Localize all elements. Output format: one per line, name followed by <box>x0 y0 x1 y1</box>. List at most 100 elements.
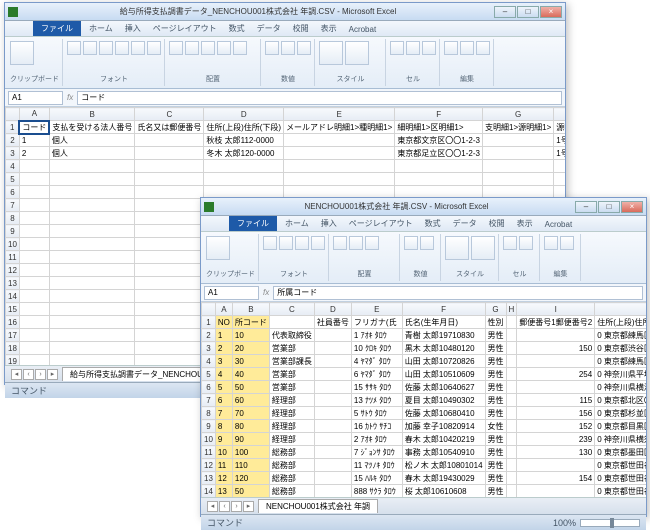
header-cell[interactable]: 支払を受ける法人番号 <box>49 121 135 134</box>
cell[interactable]: 黒木 太郎10480120 <box>402 342 485 355</box>
header-cell[interactable]: 源明細2> <box>554 121 565 134</box>
cell[interactable] <box>49 277 135 290</box>
tab-formulas[interactable]: 数式 <box>419 216 447 231</box>
header-cell[interactable]: 氏名又は郵便番号 <box>135 121 204 134</box>
cell[interactable]: 桜 太郎10610608 <box>402 485 485 498</box>
row-header[interactable]: 10 <box>202 433 216 446</box>
bold-button[interactable] <box>67 41 81 55</box>
cell[interactable]: 90 <box>232 433 269 446</box>
cell[interactable]: 東京都足立区〇〇1-2-3 <box>395 147 483 160</box>
cell[interactable]: 6 <box>215 394 232 407</box>
cell[interactable] <box>19 290 49 303</box>
cell[interactable] <box>314 446 351 459</box>
row-header[interactable]: 5 <box>6 173 20 186</box>
cell[interactable]: 13 <box>215 485 232 498</box>
cell[interactable]: 山田 太郎10720826 <box>402 355 485 368</box>
cell[interactable]: 6 ﾔﾏﾀﾞ ﾀﾛｳ <box>351 368 402 381</box>
cell[interactable] <box>19 186 49 199</box>
worksheet[interactable]: ABCDEFGHIJKLMNOPQR1NO所コード社員番号フリガナ(氏氏名(生年… <box>201 302 646 497</box>
row-header[interactable]: 2 <box>6 134 20 147</box>
cell[interactable]: 夏目 太郎10490302 <box>402 394 485 407</box>
border-button[interactable] <box>115 41 129 55</box>
col-header[interactable]: C <box>135 108 204 121</box>
col-header[interactable]: D <box>314 303 351 316</box>
paste-button[interactable] <box>206 236 230 260</box>
percent-button[interactable] <box>281 41 295 55</box>
header-cell[interactable]: 社員番号 <box>314 316 351 329</box>
cell[interactable]: 156 <box>517 407 595 420</box>
titlebar[interactable]: NENCHOU001株式会社 年調.CSV - Microsoft Excel … <box>201 198 646 216</box>
cell[interactable] <box>506 459 517 472</box>
fill-button[interactable] <box>311 236 325 250</box>
cell[interactable] <box>135 290 204 303</box>
cell[interactable] <box>517 355 595 368</box>
cell[interactable] <box>314 459 351 472</box>
cell[interactable]: 春木 太郎19430029 <box>402 472 485 485</box>
cell[interactable] <box>506 485 517 498</box>
row-header[interactable]: 13 <box>6 277 20 290</box>
cell[interactable]: 総務部 <box>269 459 314 472</box>
col-header[interactable]: B <box>232 303 269 316</box>
cell[interactable] <box>135 355 204 366</box>
percent-button[interactable] <box>420 236 434 250</box>
nav-first[interactable]: ◂ <box>207 501 218 512</box>
cell[interactable]: 山田 太郎10510609 <box>402 368 485 381</box>
cell[interactable] <box>49 303 135 316</box>
nav-next[interactable]: › <box>35 369 46 380</box>
cell[interactable]: 男性 <box>485 394 506 407</box>
numfmt-button[interactable] <box>404 236 418 250</box>
merge-button[interactable] <box>233 41 247 55</box>
cell[interactable] <box>135 303 204 316</box>
cell[interactable]: 営業部課長 <box>269 355 314 368</box>
row-header[interactable]: 12 <box>202 459 216 472</box>
cell[interactable]: 120 <box>232 472 269 485</box>
cell[interactable] <box>135 225 204 238</box>
cell[interactable]: 男性 <box>485 355 506 368</box>
cell[interactable]: 2 ｱｵｷ ﾀﾛｳ <box>351 433 402 446</box>
cell[interactable]: 佐藤 太郎10680410 <box>402 407 485 420</box>
cell[interactable]: 50 <box>232 485 269 498</box>
sum-button[interactable] <box>444 41 458 55</box>
cell[interactable] <box>314 485 351 498</box>
cell[interactable] <box>49 355 135 366</box>
merge-button[interactable] <box>365 236 379 250</box>
cell[interactable] <box>19 342 49 355</box>
cell[interactable]: 0 東京都世田谷区〇〇2-2-2 <box>595 485 646 498</box>
italic-button[interactable] <box>83 41 97 55</box>
row-header[interactable]: 7 <box>6 199 20 212</box>
cell[interactable] <box>506 342 517 355</box>
cell[interactable] <box>517 381 595 394</box>
cell[interactable]: 888 ｻｸﾗ ﾀﾛｳ <box>351 485 402 498</box>
cell[interactable] <box>483 134 554 147</box>
cell[interactable]: 総務部 <box>269 446 314 459</box>
cell[interactable]: 30 <box>232 355 269 368</box>
cell[interactable]: 代表取締役 <box>269 329 314 342</box>
nav-next[interactable]: › <box>231 501 242 512</box>
cell[interactable] <box>506 407 517 420</box>
cell[interactable]: 10 ｸﾛｷ ﾀﾛｳ <box>351 342 402 355</box>
cell[interactable]: 50 <box>232 381 269 394</box>
col-header[interactable]: E <box>351 303 402 316</box>
cell[interactable]: 1 ｱｵｷ ﾀﾛｳ <box>351 329 402 342</box>
cell[interactable] <box>314 381 351 394</box>
name-box[interactable]: A1 <box>8 91 63 105</box>
fontcolor-button[interactable] <box>147 41 161 55</box>
cell[interactable] <box>135 147 204 160</box>
nav-last[interactable]: ▸ <box>47 369 58 380</box>
cell[interactable]: 2 <box>19 147 49 160</box>
maximize-button[interactable]: □ <box>517 6 539 18</box>
cell[interactable] <box>314 329 351 342</box>
row-header[interactable]: 4 <box>6 160 20 173</box>
cell[interactable] <box>284 147 395 160</box>
cell[interactable] <box>517 485 595 498</box>
cell[interactable]: 佐藤 太郎10640627 <box>402 381 485 394</box>
cell[interactable]: 女性 <box>485 420 506 433</box>
header-cell[interactable] <box>269 316 314 329</box>
cell[interactable] <box>506 472 517 485</box>
row-header[interactable]: 16 <box>6 316 20 329</box>
cell[interactable] <box>135 329 204 342</box>
cell[interactable] <box>49 238 135 251</box>
cell[interactable]: 春木 太郎10420219 <box>402 433 485 446</box>
align-button[interactable] <box>349 236 363 250</box>
cell[interactable]: 男性 <box>485 446 506 459</box>
